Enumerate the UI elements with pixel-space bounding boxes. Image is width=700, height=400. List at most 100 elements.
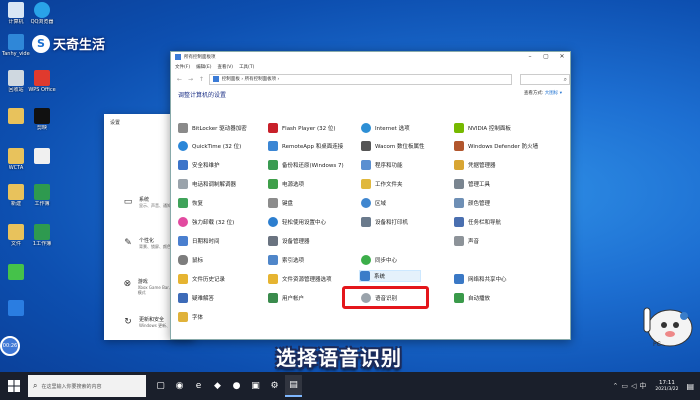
cp-item-programs-features[interactable]: 程序和功能: [361, 159, 403, 171]
search-icon: ⌕: [33, 381, 38, 390]
cp-item-network-sharing[interactable]: 网络和共享中心: [454, 273, 507, 285]
menu-file[interactable]: 文件(F): [175, 64, 190, 70]
app-icon[interactable]: ▣: [247, 375, 264, 397]
taskbar-search[interactable]: ⌕ 在这里输入你要搜索的内容: [28, 375, 146, 397]
menu-tools[interactable]: 工具(T): [239, 64, 254, 70]
window-titlebar[interactable]: 所有控制面板项: [171, 52, 570, 62]
cp-item-file-explorer-options[interactable]: 文件资源管理器选项: [268, 273, 332, 285]
cp-item-device-manager[interactable]: 设备管理器: [268, 235, 310, 247]
cp-item-system[interactable]: 系统: [359, 270, 421, 282]
cp-item-autoplay[interactable]: 自动播放: [454, 292, 490, 304]
cp-item-keyboard[interactable]: 键盘: [268, 197, 293, 209]
desktop-icon[interactable]: WCTA: [2, 148, 30, 171]
search-input[interactable]: ⌕: [520, 73, 571, 85]
network-icon[interactable]: ▭: [621, 382, 628, 390]
desktop-icon[interactable]: Tanhy_video 192.168.1…: [2, 34, 30, 57]
cp-item-flash-player[interactable]: Flash Player (32 位): [268, 122, 336, 134]
cp-item-work-folders[interactable]: 工作文件夹: [361, 178, 403, 190]
clock-time: 17:11: [658, 379, 675, 386]
system-icon: [360, 271, 370, 281]
cp-item-taskbar-navigation[interactable]: 任务栏和导航: [454, 216, 501, 228]
cp-item-mouse[interactable]: 鼠标: [178, 254, 203, 266]
battery-icon: [268, 179, 278, 189]
address-bar[interactable]: 控制面板 › 所有控制面板项 ›: [208, 73, 513, 85]
desktop-icon[interactable]: 剪映: [28, 108, 56, 131]
cp-item-remoteapp[interactable]: RemoteApp 和桌面连接: [268, 140, 343, 152]
desktop-icon[interactable]: 新建: [2, 184, 30, 207]
menu-view[interactable]: 查看(V): [217, 64, 233, 70]
cp-item-credential-manager[interactable]: 凭据管理器: [454, 159, 496, 171]
cp-item-firewall[interactable]: Windows Defender 防火墙: [454, 140, 538, 152]
settings-item-personalization[interactable]: ✎ 个性化 背景、锁屏、颜色: [122, 238, 171, 249]
cp-item-bitlocker[interactable]: BitLocker 驱动器加密: [178, 122, 247, 134]
view-by-selector[interactable]: 查看方式: 大图标 ▾: [524, 90, 562, 96]
control-panel-taskbar-icon[interactable]: ▤: [285, 375, 302, 397]
phone-icon: [178, 179, 188, 189]
desktop-icon[interactable]: 文件: [2, 224, 30, 247]
view-by-value[interactable]: 大图标 ▾: [545, 91, 562, 96]
minimize-button[interactable]: –: [522, 52, 538, 62]
cp-item-user-accounts[interactable]: 用户帐户: [268, 292, 304, 304]
cp-item-date-time[interactable]: 日期和时间: [178, 235, 220, 247]
watermark-logo-mark: S: [32, 34, 50, 53]
close-button[interactable]: ✕: [554, 52, 570, 62]
up-button[interactable]: ↑: [198, 76, 205, 83]
desktop-icon[interactable]: [2, 300, 30, 317]
back-button[interactable]: ←: [176, 76, 183, 83]
cp-item-ease-of-access[interactable]: 轻松使用设置中心: [268, 216, 326, 228]
cp-item-nvidia[interactable]: NVIDIA 控制面板: [454, 122, 511, 134]
wechat-icon[interactable]: ●: [228, 375, 245, 397]
app-icon[interactable]: ◆: [209, 375, 226, 397]
cp-item-internet-options[interactable]: Internet 选项: [361, 122, 410, 134]
desktop-icon[interactable]: [28, 148, 56, 165]
chevron-up-icon[interactable]: ⌃: [612, 382, 618, 390]
cp-item-devices-printers[interactable]: 设备和打印机: [361, 216, 408, 228]
desktop-icon[interactable]: 工作簿: [28, 184, 56, 207]
autoplay-icon: [454, 293, 464, 303]
cp-item-color-management[interactable]: 颜色管理: [454, 197, 490, 209]
cp-item-indexing[interactable]: 索引选项: [268, 254, 304, 266]
desktop-icon[interactable]: 回收站: [2, 70, 30, 93]
flag-icon: [178, 160, 188, 170]
cp-item-uninstaller[interactable]: 強力卸载 (32 位): [178, 216, 234, 228]
desktop-icon[interactable]: [2, 264, 30, 281]
window-controls: – ▢ ✕: [522, 52, 570, 62]
file-history-icon: [178, 274, 188, 284]
cp-item-sound[interactable]: 声音: [454, 235, 479, 247]
control-panel-icon: [175, 54, 181, 60]
cp-item-troubleshooting[interactable]: 疑难解答: [178, 292, 214, 304]
notification-icon[interactable]: ▤: [686, 382, 694, 391]
cp-item-power-options[interactable]: 电源选项: [268, 178, 304, 190]
document-icon: [34, 148, 50, 164]
maximize-button[interactable]: ▢: [538, 52, 554, 62]
forward-button[interactable]: →: [187, 76, 194, 83]
ime-icon[interactable]: 中: [639, 381, 646, 391]
cp-item-quicktime[interactable]: QuickTime (32 位): [178, 140, 241, 152]
start-button[interactable]: [0, 372, 28, 400]
desktop-icon[interactable]: QQ浏览器: [28, 2, 56, 25]
clock[interactable]: 17:11 2021/3/22: [655, 380, 678, 393]
cp-item-region[interactable]: 区域: [361, 197, 386, 209]
cp-item-file-history[interactable]: 文件历史记录: [178, 273, 225, 285]
cp-item-admin-tools[interactable]: 管理工具: [454, 178, 490, 190]
edge-icon[interactable]: e: [190, 375, 207, 397]
cp-item-backup-restore[interactable]: 备份和还原(Windows 7): [268, 159, 344, 171]
game-icon: [8, 264, 24, 280]
menu-edit[interactable]: 编辑(E): [196, 64, 211, 70]
desktop-icon[interactable]: [2, 108, 30, 125]
volume-icon[interactable]: ◁: [631, 382, 636, 390]
cp-item-phone-modem[interactable]: 电话和调制解调器: [178, 178, 236, 190]
cp-item-wacom[interactable]: Wacom 数位板属性: [361, 140, 424, 152]
desktop-icon[interactable]: 1工作簿: [28, 224, 56, 247]
folder-icon: [8, 184, 24, 200]
settings-icon[interactable]: ⚙: [266, 375, 283, 397]
cp-item-sync-center[interactable]: 同步中心: [361, 254, 397, 266]
floating-badge[interactable]: 00:26: [0, 336, 20, 356]
desktop-icon[interactable]: 计算机: [2, 2, 30, 25]
cp-item-fonts[interactable]: 字体: [178, 311, 203, 323]
task-view-icon[interactable]: ▢: [152, 375, 169, 397]
desktop-icon[interactable]: WPS Office: [28, 70, 56, 93]
cp-item-security-maintenance[interactable]: 安全和维护: [178, 159, 220, 171]
cp-item-recovery[interactable]: 恢复: [178, 197, 203, 209]
browser-icon[interactable]: ◉: [171, 375, 188, 397]
